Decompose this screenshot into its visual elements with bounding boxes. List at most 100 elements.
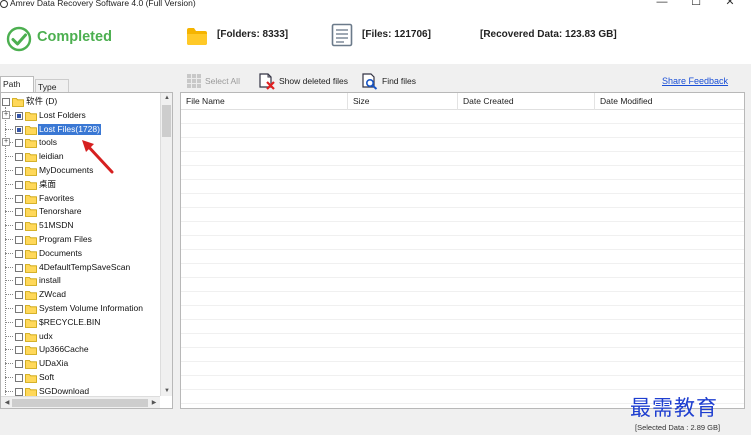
tree-connector [5, 307, 13, 309]
tree-vertical-scrollbar[interactable]: ▲ ▼ [160, 93, 172, 396]
tree-item-label: UDaXia [39, 358, 69, 369]
scan-status-text: Completed [37, 29, 112, 45]
tree-item-label: tools [39, 137, 57, 148]
tab-type[interactable]: Type [35, 79, 69, 92]
tree-item-checkbox[interactable] [15, 332, 23, 341]
scan-summary-bar: Completed [Folders: 8333] [Files: 121706… [0, 10, 751, 64]
tree-item-checkbox[interactable] [15, 222, 23, 231]
tree-item[interactable]: 51MSDN [1, 219, 161, 233]
tree-item-checkbox[interactable] [15, 139, 23, 148]
file-list-body[interactable] [181, 110, 744, 408]
expand-icon[interactable]: + [2, 110, 10, 119]
column-size[interactable]: Size [348, 93, 458, 110]
folder-icon [25, 263, 37, 273]
tree-item-checkbox[interactable] [15, 166, 23, 175]
tree-item[interactable]: $RECYCLE.BIN [1, 316, 161, 330]
tree-item-checkbox[interactable] [15, 291, 23, 300]
tree-connector [5, 321, 13, 323]
column-date-modified[interactable]: Date Modified [595, 93, 744, 110]
tree-item[interactable]: install [1, 274, 161, 288]
share-feedback-link[interactable]: Share Feedback [662, 76, 728, 86]
tree-connector [5, 128, 13, 130]
tree-item[interactable]: UDaXia [1, 357, 161, 371]
tree-item-checkbox[interactable] [2, 98, 10, 106]
tree-item[interactable]: 桌面 [1, 178, 161, 192]
tree-item-label: Lost Files(1728) [38, 123, 101, 135]
tree-item[interactable]: Soft [1, 371, 161, 385]
select-all-button[interactable]: Select All [186, 72, 240, 90]
tree-item-checkbox[interactable] [15, 153, 23, 162]
tree-item-checkbox[interactable] [15, 304, 23, 313]
tree-item-checkbox[interactable] [15, 180, 23, 189]
tree-item-checkbox[interactable] [15, 346, 23, 355]
tree-connector [5, 294, 13, 296]
tree-item[interactable]: Program Files [1, 233, 161, 247]
tree-item-label: 桌面 [39, 178, 57, 189]
tree-item-checkbox[interactable] [15, 277, 23, 286]
tree-item-label: System Volume Information [39, 302, 143, 313]
tree-item-label: Soft [39, 371, 55, 382]
file-list-header: File Name Size Date Created Date Modifie… [181, 93, 744, 110]
minimize-button[interactable]: — [652, 0, 672, 8]
tree-item-checkbox[interactable] [15, 360, 23, 369]
tree-item-label: Lost Folders [39, 109, 86, 120]
tree-item-checkbox[interactable] [15, 194, 23, 203]
folder-icon [25, 194, 37, 204]
tree-connector [5, 335, 13, 337]
tree-item-checkbox[interactable] [15, 373, 23, 382]
folder-icon [187, 28, 207, 45]
folder-icon [12, 98, 24, 107]
tree-item-checkbox[interactable] [15, 318, 23, 327]
tree-item[interactable]: System Volume Information [1, 302, 161, 316]
tree-item[interactable]: ZWcad [1, 288, 161, 302]
folder-icon [25, 222, 37, 232]
tree-item[interactable]: Lost Files(1728) [1, 123, 161, 137]
tree-item-checkbox[interactable] [15, 208, 23, 217]
tree-item[interactable]: 软件 (D) [1, 95, 161, 109]
tree-horizontal-scroll-thumb[interactable] [12, 399, 148, 407]
tree-connector [5, 238, 13, 240]
tree-item[interactable]: Favorites [1, 192, 161, 206]
tree-vertical-scroll-thumb[interactable] [162, 105, 171, 137]
folder-icon [25, 318, 37, 328]
tree-item-checkbox[interactable] [15, 249, 23, 258]
scroll-down-arrow-icon[interactable]: ▼ [161, 386, 172, 396]
tree-item-checkbox[interactable] [15, 111, 23, 120]
folder-icon [25, 305, 37, 314]
tree-item[interactable]: Documents [1, 247, 161, 261]
folder-icon [25, 139, 37, 149]
folder-icon [25, 360, 37, 370]
tree-item-checkbox[interactable] [15, 235, 23, 244]
show-deleted-files-button[interactable]: Show deleted files [258, 72, 348, 90]
scroll-up-arrow-icon[interactable]: ▲ [161, 93, 172, 103]
tree-item[interactable]: udx [1, 330, 161, 344]
tab-path[interactable]: Path [0, 76, 34, 92]
tree-item-label: Favorites [39, 192, 74, 203]
expand-icon[interactable]: + [2, 138, 10, 147]
tree-item-label: Program Files [39, 233, 92, 244]
tree-item-label: $RECYCLE.BIN [39, 316, 101, 327]
folder-icon [25, 277, 37, 287]
maximize-button[interactable]: ☐ [686, 0, 706, 8]
tree-item-label: Tenorshare [39, 206, 82, 217]
selected-data-size: [Selected Data : 2.89 GB] [635, 423, 721, 432]
search-file-icon [362, 72, 378, 90]
tree-item[interactable]: Tenorshare [1, 205, 161, 219]
tree-item-checkbox[interactable] [15, 387, 23, 396]
scroll-right-arrow-icon[interactable]: ▶ [148, 398, 160, 408]
tree-item-checkbox[interactable] [15, 125, 23, 134]
column-date-created[interactable]: Date Created [458, 93, 595, 110]
column-file-name[interactable]: File Name [181, 93, 348, 110]
main-area: Path Type Select All Show deleted files [0, 64, 751, 435]
tree-connector [5, 363, 13, 365]
find-files-button[interactable]: Find files [361, 72, 416, 90]
folder-icon [25, 291, 37, 301]
tree-item[interactable]: + Lost Folders [1, 109, 161, 123]
close-button[interactable]: ✕ [720, 0, 740, 8]
tree-item[interactable]: Up366Cache [1, 343, 161, 357]
tree-item-checkbox[interactable] [15, 263, 23, 272]
check-circle-icon [6, 26, 32, 52]
tree-connector [5, 390, 13, 392]
tree-item[interactable]: 4DefaultTempSaveScan [1, 261, 161, 275]
tree-horizontal-scrollbar[interactable]: ◀ ▶ [1, 396, 160, 408]
